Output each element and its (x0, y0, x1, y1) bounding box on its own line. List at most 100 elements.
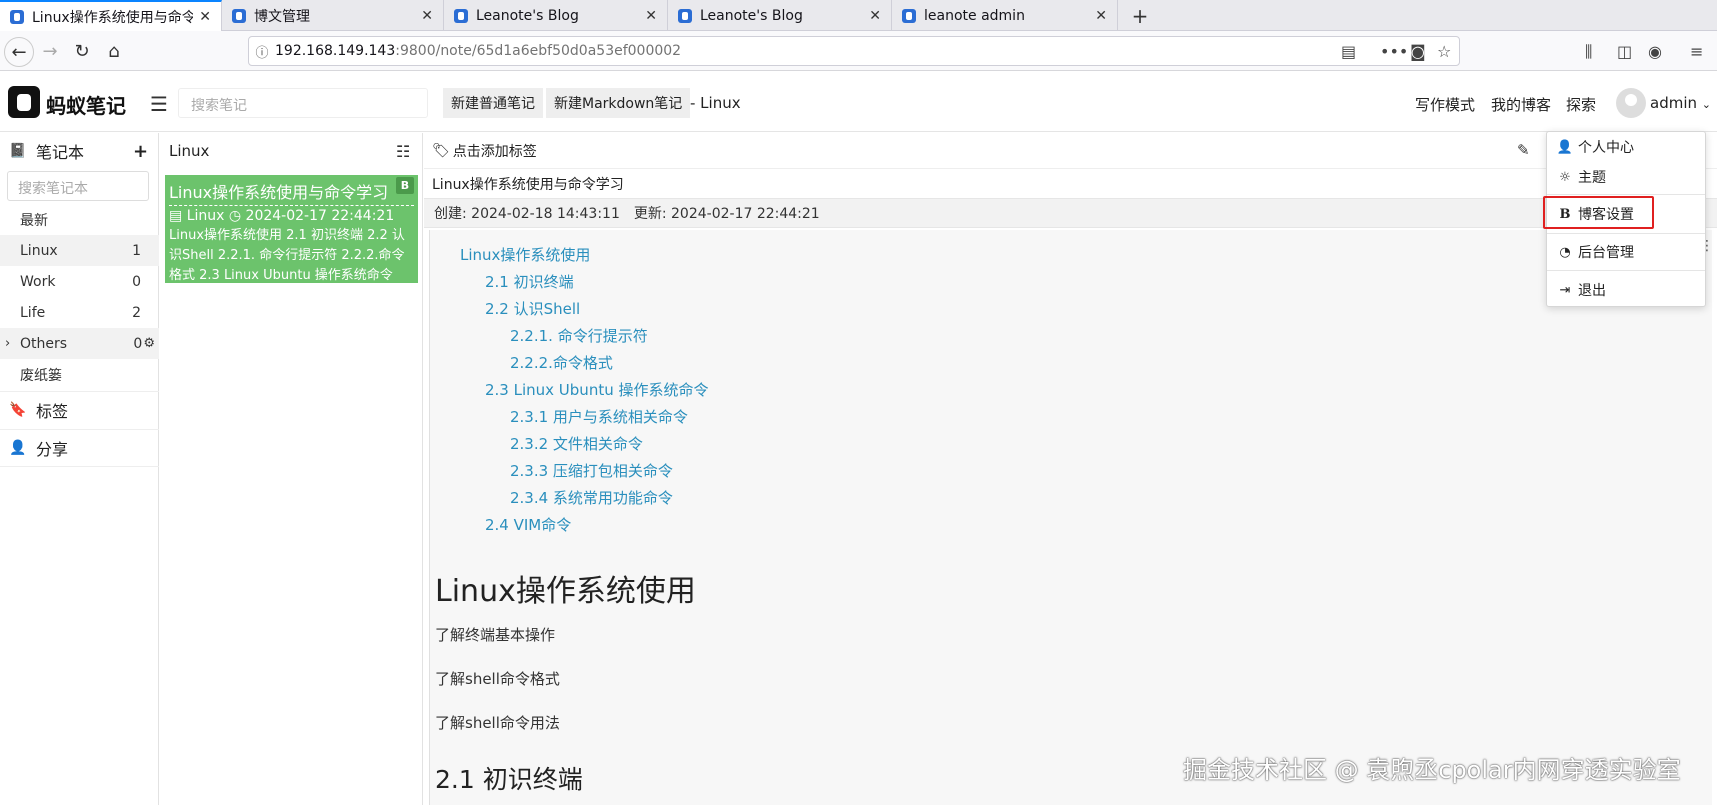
notebook-count: 2 (132, 304, 141, 321)
note-title[interactable]: Linux操作系统使用与命令学习 (424, 170, 1717, 198)
notebook-item-life[interactable]: Life 2 (0, 297, 159, 328)
toggle-sidebar-icon[interactable]: ☰ (150, 92, 168, 116)
menu-divider (1547, 194, 1705, 195)
browser-tab[interactable]: Leanote's Blog ✕ (444, 0, 668, 31)
toc-link[interactable]: 2.3.1 用户与系统相关命令 (510, 406, 688, 427)
search-notebook-input[interactable]: 搜索笔记本 (7, 171, 149, 201)
user-icon: 👤 (1556, 139, 1574, 155)
url-bar[interactable]: ⓘ 192.168.149.143:9800/note/65d1a6ebf50d… (248, 36, 1460, 66)
menu-item-label: 后台管理 (1578, 245, 1634, 261)
explore-link[interactable]: 探索 (1566, 94, 1596, 115)
avatar[interactable] (1616, 88, 1646, 118)
close-tab-icon[interactable]: ✕ (421, 8, 433, 24)
content-heading-1: Linux操作系统使用 (435, 574, 696, 609)
notebooks-header[interactable]: 📓 笔记本 + (0, 133, 159, 169)
toc-link[interactable]: 2.2.1. 命令行提示符 (510, 325, 648, 346)
my-blog-link[interactable]: 我的博客 (1491, 94, 1551, 115)
close-tab-icon[interactable]: ✕ (645, 8, 657, 24)
menu-icon[interactable]: ≡ (1690, 42, 1703, 61)
toc-link[interactable]: 2.3.4 系统常用功能命令 (510, 487, 673, 508)
notebook-item-others[interactable]: › Others 0 ⚙ (0, 328, 159, 359)
home-icon[interactable]: ⌂ (100, 37, 128, 65)
notebook-item-linux[interactable]: Linux 1 (0, 235, 159, 266)
logout-icon: ⇥ (1559, 282, 1571, 298)
note-list-item[interactable]: Linux操作系统使用与命令学习 ▤ Linux ◷ 2024-02-17 22… (165, 175, 418, 283)
content-heading-2: 2.1 初识终端 (435, 765, 583, 794)
toc-link[interactable]: 2.2.2.命令格式 (510, 352, 613, 373)
notebook-item-work[interactable]: Work 0 (0, 266, 159, 297)
close-tab-icon[interactable]: ✕ (1095, 8, 1107, 24)
account-icon[interactable]: ◉ (1648, 42, 1662, 61)
note-content[interactable] (429, 230, 1712, 805)
user-icon: 👤 (9, 440, 27, 456)
highlight-box (1543, 196, 1654, 229)
leanote-favicon-icon (678, 8, 692, 23)
logo-text[interactable]: 蚂蚁笔记 (46, 90, 126, 119)
browser-tab[interactable]: leanote admin ✕ (892, 0, 1118, 31)
menu-item-theme[interactable]: ☼ 主题 (1556, 167, 1606, 187)
back-icon[interactable]: ← (4, 37, 34, 67)
url-host: 192.168.149.143 (275, 43, 396, 59)
menu-item-admin[interactable]: ◔ 后台管理 (1556, 242, 1634, 262)
reader-view-icon[interactable]: ▤ (1341, 42, 1356, 61)
user-menu-toggle[interactable]: admin ⌄ (1650, 94, 1711, 112)
new-tab-icon[interactable]: + (1125, 0, 1155, 31)
leanote-logo-icon[interactable] (8, 86, 40, 118)
browser-tab[interactable]: 博文管理 ✕ (222, 0, 444, 31)
notebook-label: Work (20, 273, 56, 290)
close-tab-icon[interactable]: ✕ (199, 9, 211, 25)
sidebar-toggle-icon[interactable]: ◫ (1617, 42, 1632, 61)
edit-icon[interactable]: ✎ (1517, 141, 1530, 159)
browser-tab-active[interactable]: Linux操作系统使用与命令学习 ✕ (0, 0, 222, 31)
tags-title: 标签 (36, 402, 69, 421)
toc-link[interactable]: 2.1 初识终端 (485, 271, 574, 292)
url-path: :9800/note/65d1a6ebf50d0a53ef000002 (395, 43, 682, 59)
leanote-favicon-icon (10, 9, 24, 24)
menu-item-profile[interactable]: 👤 个人中心 (1556, 137, 1634, 157)
notebook-count: 0 (133, 335, 143, 352)
reload-icon[interactable]: ↻ (68, 37, 96, 65)
toc-link[interactable]: 2.2 认识Shell (485, 298, 580, 319)
new-markdown-button[interactable]: 新建Markdown笔记 (546, 88, 691, 118)
notebook-icon: ▤ (169, 208, 183, 224)
tags-header[interactable]: 🔖 标签 (0, 391, 159, 428)
toc-link[interactable]: 2.3.2 文件相关命令 (510, 433, 643, 454)
note-item-notebook: Linux (186, 208, 225, 224)
notebook-label: Others (20, 335, 68, 352)
updated-date: 更新: 2024-02-17 22:44:21 (633, 206, 820, 222)
leanote-favicon-icon (454, 8, 468, 23)
notebooks-title: 笔记本 (36, 143, 85, 162)
note-item-meta: ▤ Linux ◷ 2024-02-17 22:44:21 (169, 208, 414, 224)
close-tab-icon[interactable]: ✕ (869, 8, 881, 24)
sun-icon: ☼ (1559, 169, 1571, 185)
toc-link[interactable]: 2.3 Linux Ubuntu 操作系统命令 (485, 379, 708, 400)
bookmark-icon: 🔖 (9, 402, 27, 418)
chevron-down-icon: ⌄ (1701, 98, 1711, 111)
toc-link[interactable]: Linux操作系统使用 (460, 244, 590, 265)
browser-tab[interactable]: Leanote's Blog ✕ (668, 0, 892, 31)
search-note-input[interactable]: 搜索笔记 (178, 88, 428, 118)
share-header[interactable]: 👤 分享 (0, 429, 159, 467)
chevron-right-icon[interactable]: › (5, 336, 10, 351)
bookmark-star-icon[interactable]: ☆ (1437, 42, 1451, 61)
notebook-item-trash[interactable]: 废纸篓 (0, 359, 159, 390)
site-info-icon[interactable]: ⓘ (249, 42, 275, 61)
tab-label: leanote admin (924, 7, 1025, 24)
writing-mode-link[interactable]: 写作模式 (1415, 94, 1475, 115)
notebook-label: Linux (20, 242, 58, 259)
gear-icon[interactable]: ⚙ (143, 336, 155, 351)
pocket-icon[interactable]: ◙ (1410, 42, 1426, 61)
menu-item-label: 主题 (1578, 170, 1606, 186)
toc-link[interactable]: 2.3.3 压缩打包相关命令 (510, 460, 673, 481)
tab-label: Leanote's Blog (476, 7, 579, 24)
add-notebook-icon[interactable]: + (133, 141, 148, 162)
more-actions-icon[interactable]: ••• (1380, 42, 1408, 61)
library-icon[interactable]: ⫼ (1585, 42, 1592, 62)
clock-icon: ◷ (228, 208, 242, 224)
notebook-item-latest[interactable]: 最新 (0, 204, 159, 235)
forward-icon[interactable]: → (36, 37, 64, 65)
toc-link[interactable]: 2.4 VIM命令 (485, 514, 571, 535)
menu-item-logout[interactable]: ⇥ 退出 (1556, 280, 1606, 300)
new-note-button[interactable]: 新建普通笔记 (443, 88, 543, 118)
list-view-icon[interactable]: ☷ (396, 142, 410, 161)
